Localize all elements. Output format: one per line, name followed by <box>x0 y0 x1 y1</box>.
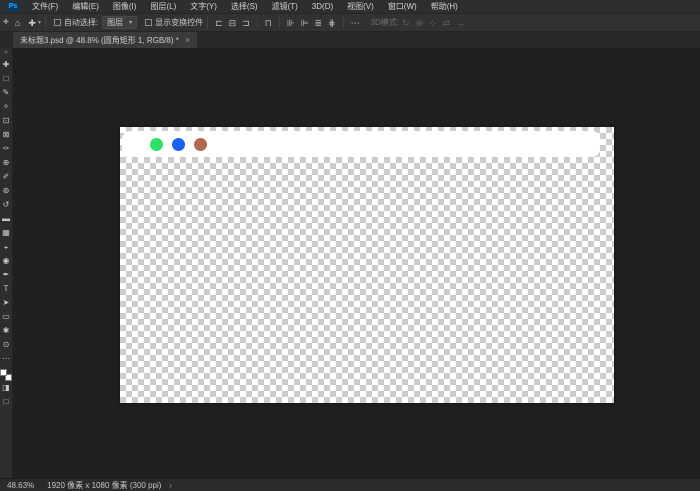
close-tab-icon[interactable]: × <box>185 35 190 45</box>
auto-select-label: 自动选择: <box>64 17 98 28</box>
move-tool-caret-icon[interactable]: ▾ <box>38 19 41 26</box>
distribute-h-icon[interactable]: ⊫ <box>298 14 312 32</box>
home-icon[interactable]: ⌂ <box>11 14 24 32</box>
distribute-heights-icon[interactable]: ≣ <box>311 14 325 32</box>
brown-dot <box>194 138 207 151</box>
history-brush-tool-button[interactable]: ↺ <box>0 198 13 212</box>
document-tab-title: 未标题3.psd @ 48.8% (圆角矩形 1, RGB/8) * <box>20 35 179 46</box>
menu-3d[interactable]: 3D(D) <box>305 0 340 14</box>
align-left-icon[interactable]: ⊏ <box>212 14 226 32</box>
divider <box>279 17 280 29</box>
distribute-widths-icon[interactable]: ⋕ <box>325 14 339 32</box>
menu-window[interactable]: 窗口(W) <box>381 0 424 14</box>
menu-filter[interactable]: 滤镜(T) <box>265 0 305 14</box>
menu-view[interactable]: 视图(V) <box>340 0 381 14</box>
brush-tool-button[interactable]: ✐ <box>0 170 13 184</box>
crop-tool-button[interactable]: ⊡ <box>0 114 13 128</box>
edit-toolbar-icon[interactable]: ⋯ <box>0 352 13 366</box>
rounded-rectangle-layer <box>122 131 600 157</box>
pasteboard <box>13 48 700 478</box>
3d-mode-label: 3D模式: <box>371 17 399 28</box>
3d-slide-icon: ⇄ <box>440 14 454 32</box>
3d-orbit-icon: ↻ <box>399 14 413 32</box>
gradient-tool-button[interactable]: ▦ <box>0 226 13 240</box>
shape-tool-button[interactable]: ▭ <box>0 310 13 324</box>
photoshop-logo-icon: Ps <box>7 2 19 12</box>
clone-stamp-tool-button[interactable]: ⊛ <box>0 184 13 198</box>
menu-layer[interactable]: 图层(L) <box>143 0 183 14</box>
status-bar: 48.63% 1920 像素 x 1080 像素 (300 ppi) › <box>0 478 700 491</box>
toolbar-collapse-icon[interactable]: » <box>4 48 8 58</box>
lasso-tool-button[interactable]: ✎ <box>0 86 13 100</box>
photoshop-window: Ps 文件(F) 编辑(E) 图像(I) 图层(L) 文字(Y) 选择(S) 滤… <box>0 0 700 491</box>
align-right-icon[interactable]: ⊐ <box>239 14 253 32</box>
tools-panel: » ✚ □ ✎ ✧ ⊡ ⊠ ✑ ⊕ ✐ ⊛ ↺ ▬ ▦ ◒ ◉ ✒ T ➤ ▭ … <box>0 48 13 478</box>
align-center-h-icon[interactable]: ⊟ <box>226 14 240 32</box>
marquee-tool-button[interactable]: □ <box>0 72 13 86</box>
auto-select-dropdown[interactable]: 图层 ▾ <box>102 16 137 29</box>
screen-mode-button[interactable]: □ <box>0 395 13 409</box>
auto-select-value: 图层 <box>107 17 123 28</box>
healing-tool-button[interactable]: ⊕ <box>0 156 13 170</box>
document-info: 1920 像素 x 1080 像素 (300 ppi) <box>47 480 161 491</box>
divider <box>343 17 344 29</box>
menu-image[interactable]: 图像(I) <box>106 0 144 14</box>
tool-preset-icon[interactable]: ✚ <box>0 14 11 32</box>
align-top-icon[interactable]: ⊓ <box>262 14 275 32</box>
move-tool-button[interactable]: ✚ <box>0 58 13 72</box>
divider <box>45 17 46 29</box>
menu-bar: Ps 文件(F) 编辑(E) 图像(I) 图层(L) 文字(Y) 选择(S) 滤… <box>0 0 700 14</box>
tool-options-bar: ✚ ⌂ ✚ ▾ 自动选择: 图层 ▾ 显示变换控件 ⊏ ⊟ ⊐ ⊓ ⊪ ⊫ ≣ … <box>0 14 700 32</box>
status-chevron-icon[interactable]: › <box>169 481 172 490</box>
menu-file[interactable]: 文件(F) <box>25 0 65 14</box>
document-tab[interactable]: 未标题3.psd @ 48.8% (圆角矩形 1, RGB/8) * × <box>13 32 197 48</box>
eyedropper-tool-button[interactable]: ✑ <box>0 142 13 156</box>
frame-tool-button[interactable]: ⊠ <box>0 128 13 142</box>
show-transform-checkbox[interactable] <box>145 19 152 26</box>
3d-pan-icon: ⊹ <box>426 14 440 32</box>
object-selection-tool-button[interactable]: ✧ <box>0 100 13 114</box>
show-transform-label: 显示变换控件 <box>155 17 203 28</box>
more-options-icon[interactable]: ⋯ <box>348 14 363 32</box>
zoom-tool-button[interactable]: ⊙ <box>0 338 13 352</box>
menu-select[interactable]: 选择(S) <box>224 0 265 14</box>
document-canvas[interactable] <box>120 127 614 403</box>
document-tab-bar: 未标题3.psd @ 48.8% (圆角矩形 1, RGB/8) * × <box>0 32 700 48</box>
hand-tool-button[interactable]: ✱ <box>0 324 13 338</box>
menu-help[interactable]: 帮助(H) <box>424 0 465 14</box>
blur-tool-button[interactable]: ◒ <box>0 240 13 254</box>
color-swatches[interactable] <box>0 369 12 381</box>
type-tool-button[interactable]: T <box>0 282 13 296</box>
zoom-level-field[interactable]: 48.63% <box>4 481 37 490</box>
foreground-color-swatch[interactable] <box>0 369 7 376</box>
divider <box>207 17 208 29</box>
3d-roll-icon: ⊕ <box>413 14 427 32</box>
pen-tool-button[interactable]: ✒ <box>0 268 13 282</box>
menu-edit[interactable]: 编辑(E) <box>65 0 106 14</box>
blue-dot <box>172 138 185 151</box>
menu-type[interactable]: 文字(Y) <box>183 0 224 14</box>
3d-zoom-icon: ↔ <box>453 14 468 32</box>
divider <box>257 17 258 29</box>
path-selection-tool-button[interactable]: ➤ <box>0 296 13 310</box>
chevron-down-icon: ▾ <box>129 19 132 26</box>
green-dot <box>150 138 163 151</box>
auto-select-checkbox[interactable] <box>54 19 61 26</box>
dodge-tool-button[interactable]: ◉ <box>0 254 13 268</box>
eraser-tool-button[interactable]: ▬ <box>0 212 13 226</box>
quick-mask-button[interactable]: ◨ <box>0 381 13 395</box>
distribute-v-icon[interactable]: ⊪ <box>284 14 298 32</box>
